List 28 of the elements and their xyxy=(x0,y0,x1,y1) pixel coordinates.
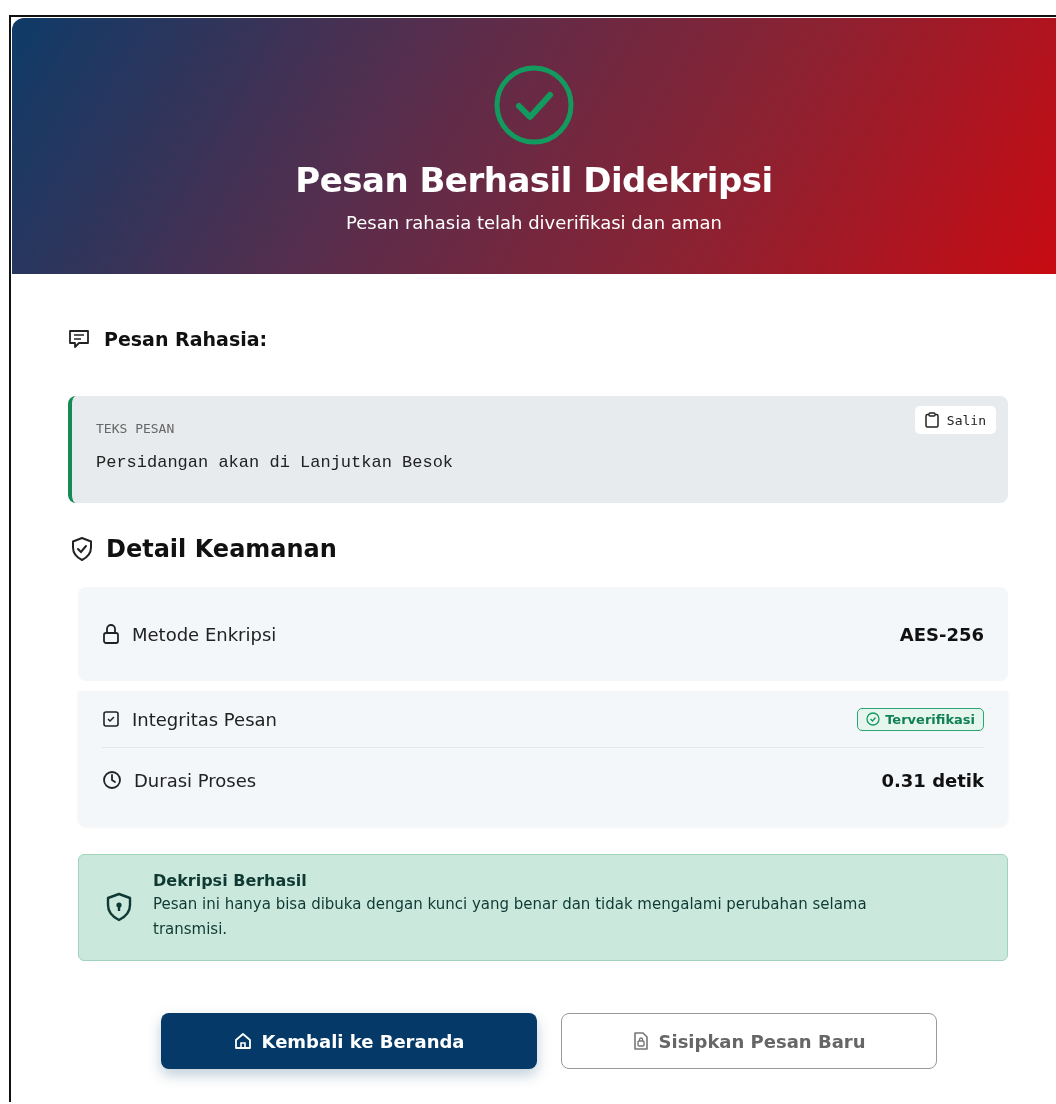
home-button[interactable]: Kembali ke Beranda xyxy=(161,1013,537,1069)
section-heading: Detail Keamanan xyxy=(106,535,337,563)
clipboard-icon xyxy=(924,412,939,428)
detail-label: Durasi Proses xyxy=(134,769,258,791)
new-message-button[interactable]: Sisipkan Pesan Baru xyxy=(561,1013,937,1069)
checkmark-circle-icon xyxy=(493,64,575,146)
detail-value: 0.31 detik xyxy=(881,769,984,791)
check-circle-icon xyxy=(866,712,881,726)
shield-check-icon xyxy=(70,536,94,562)
field-label: TEKS PESAN xyxy=(96,421,175,436)
detail-value: AES-256 xyxy=(899,623,984,645)
message-text: Persidangan akan di Lanjutkan Besok xyxy=(96,453,455,472)
detail-label: Metode Enkripsi xyxy=(132,623,278,645)
page-title: Pesan Berhasil Didekripsi xyxy=(295,160,773,200)
file-lock-icon xyxy=(632,1032,649,1050)
shield-keyhole-icon xyxy=(105,891,133,922)
clock-icon xyxy=(102,770,122,790)
lock-icon xyxy=(102,623,120,645)
copy-button[interactable]: Salin xyxy=(914,406,996,434)
message-icon xyxy=(68,329,90,349)
alert-title: Dekripsi Berhasil xyxy=(153,871,308,890)
home-icon xyxy=(233,1032,252,1050)
detail-label: Integritas Pesan xyxy=(132,708,278,730)
verified-badge: Terverifikasi xyxy=(857,707,984,731)
alert-text: Pesan ini hanya bisa dibuka dengan kunci yang benar dan tidak mengalami perubahan selama transmisi. xyxy=(153,894,868,940)
section-heading: Pesan Rahasia: xyxy=(104,328,268,350)
checkbox-icon xyxy=(102,710,120,728)
page-subtitle: Pesan rahasia telah diverifikasi dan aman xyxy=(346,212,722,233)
